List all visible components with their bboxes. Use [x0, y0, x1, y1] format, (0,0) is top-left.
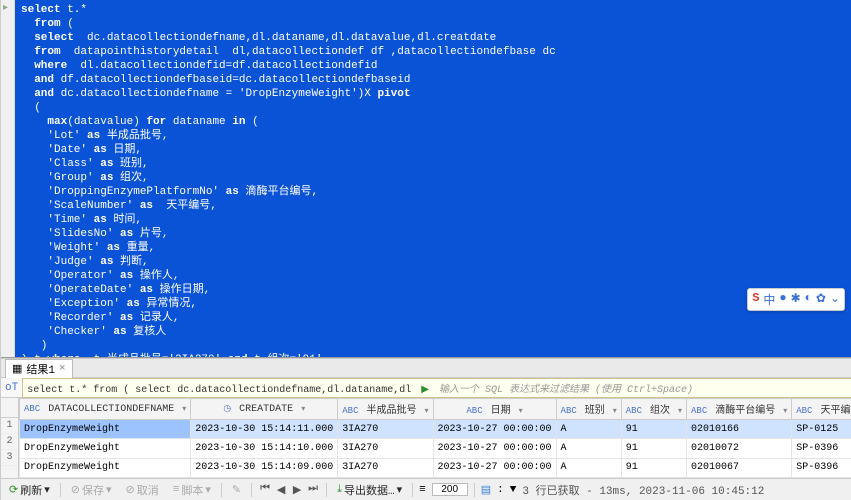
table-cell[interactable]: 3IA270: [338, 458, 433, 477]
table-cell[interactable]: 02010067: [687, 458, 792, 477]
table-cell[interactable]: DropEnzymeWeight: [20, 439, 191, 458]
apply-icon[interactable]: ▶: [421, 385, 429, 396]
row-num-2[interactable]: 2: [1, 434, 18, 450]
status-info: 3 行已获取 - 13ms, 2023-11-06 10:45:12: [522, 482, 764, 498]
result-tab-1[interactable]: ▦ 结果1 ×: [5, 359, 73, 378]
table-cell[interactable]: DropEnzymeWeight: [20, 458, 191, 477]
column-header[interactable]: ABC 滴酶平台编号 ▾: [687, 399, 792, 420]
table-cell[interactable]: A: [556, 458, 621, 477]
column-header[interactable]: ABC 半成品批号 ▾: [338, 399, 433, 420]
table-cell[interactable]: 91: [621, 420, 686, 439]
table-row[interactable]: DropEnzymeWeight2023-10-30 15:14:10.0003…: [20, 439, 851, 458]
table-cell[interactable]: A: [556, 439, 621, 458]
rows-icon: ▤: [481, 483, 491, 497]
edit-button: ✎: [228, 482, 245, 498]
table-row[interactable]: DropEnzymeWeight2023-10-30 15:14:11.0003…: [20, 420, 851, 439]
cancel-icon: ⊘: [126, 483, 135, 497]
column-header[interactable]: ABC 天平编号 ▾: [792, 399, 851, 420]
nav-icon-group: ⏮ ◀ ▶ ⏭: [258, 483, 320, 497]
table-cell[interactable]: 3IA270: [338, 420, 433, 439]
last-icon[interactable]: ⏭: [306, 483, 320, 497]
cancel-button: ⊘取消: [122, 481, 163, 499]
table-cell[interactable]: 02010166: [687, 420, 792, 439]
save-button: ⊘保存▾: [67, 481, 116, 499]
table-cell[interactable]: 2023-10-27 00:00:00: [433, 439, 556, 458]
status-bar: ⟳刷新▾ ⊘保存▾ ⊘取消 ≡脚本▾ ✎ ⏮ ◀ ▶ ⏭ ⤓导出数据…▾ ≡ ▤…: [1, 478, 851, 500]
results-grid-wrap: 1 2 3 ABC DATACOLLECTIONDEFNAME ▾◷ CREAT…: [1, 398, 851, 478]
column-header[interactable]: ◷ CREATDATE ▾: [191, 399, 338, 420]
table-cell[interactable]: 91: [621, 458, 686, 477]
ime-skin-icon[interactable]: ✿: [816, 291, 826, 308]
ime-toolbar[interactable]: S 中 ● ✱ ◐ ✿ ⌄: [747, 288, 845, 311]
table-cell[interactable]: SP-0125: [792, 420, 851, 439]
next-icon[interactable]: ▶: [290, 483, 304, 497]
page-size-input[interactable]: [432, 483, 468, 496]
filter-text: select t.* from ( select dc.datacollecti…: [27, 385, 411, 396]
column-header[interactable]: ABC 日期 ▾: [433, 399, 556, 420]
results-tabs-bar: ▦ 结果1 ×: [1, 358, 851, 378]
table-cell[interactable]: 2023-10-30 15:14:09.000: [191, 458, 338, 477]
export-button[interactable]: ⤓导出数据…▾: [333, 481, 406, 499]
bookmark-icon: ▸: [3, 2, 8, 14]
script-icon: ≡: [173, 484, 180, 496]
ime-keyboard-icon[interactable]: ◐: [805, 291, 812, 308]
column-header[interactable]: ABC 班别 ▾: [556, 399, 621, 420]
ime-more-icon[interactable]: ⌄: [830, 291, 840, 308]
filter-row: oT select t.* from ( select dc.datacolle…: [1, 378, 851, 398]
table-row[interactable]: DropEnzymeWeight2023-10-30 15:14:09.0003…: [20, 458, 851, 477]
ime-s-icon[interactable]: S: [752, 291, 759, 308]
filter-hint: 输入一个 SQL 表达式来过滤结果 (使用 Ctrl+Space): [439, 385, 693, 396]
table-cell[interactable]: 2023-10-30 15:14:10.000: [191, 439, 338, 458]
row-num-1[interactable]: 1: [1, 418, 18, 434]
ime-punct-icon[interactable]: ●: [779, 291, 786, 308]
close-icon[interactable]: ×: [59, 363, 66, 375]
results-grid[interactable]: ABC DATACOLLECTIONDEFNAME ▾◷ CREATDATE ▾…: [19, 398, 851, 478]
table-cell[interactable]: 2023-10-27 00:00:00: [433, 420, 556, 439]
row-num-3[interactable]: 3: [1, 450, 18, 466]
ime-mic-icon[interactable]: ✱: [791, 291, 801, 308]
sql-filter-input[interactable]: select t.* from ( select dc.datacollecti…: [22, 378, 851, 398]
export-icon: ⤓: [337, 484, 342, 496]
refresh-icon: ⟳: [9, 483, 18, 497]
pencil-icon: ✎: [232, 483, 241, 497]
line-number-gutter: ▸: [1, 0, 15, 357]
script-button: ≡脚本▾: [169, 481, 215, 499]
result-tab-label: 结果1: [26, 361, 55, 377]
chevron-down-icon[interactable]: ▾: [44, 483, 50, 497]
column-header[interactable]: ABC 组次 ▾: [621, 399, 686, 420]
sql-badge-icon: oT: [5, 382, 18, 394]
table-cell[interactable]: SP-0396: [792, 439, 851, 458]
sql-editor-area: ▸ select t.* from ( select dc.datacollec…: [1, 0, 851, 358]
table-cell[interactable]: DropEnzymeWeight: [20, 420, 191, 439]
row-number-column: 1 2 3: [1, 398, 19, 478]
table-cell[interactable]: 2023-10-27 00:00:00: [433, 458, 556, 477]
ime-cn-icon[interactable]: 中: [763, 291, 775, 308]
table-cell[interactable]: SP-0396: [792, 458, 851, 477]
table-cell[interactable]: 3IA270: [338, 439, 433, 458]
refresh-button[interactable]: ⟳刷新▾: [5, 481, 54, 499]
column-header[interactable]: ABC DATACOLLECTIONDEFNAME ▾: [20, 399, 191, 420]
first-icon[interactable]: ⏮: [258, 483, 272, 497]
table-cell[interactable]: 2023-10-30 15:14:11.000: [191, 420, 338, 439]
table-cell[interactable]: 91: [621, 439, 686, 458]
table-cell[interactable]: A: [556, 420, 621, 439]
prev-icon[interactable]: ◀: [274, 483, 288, 497]
sql-editor[interactable]: select t.* from ( select dc.datacollecti…: [15, 0, 851, 357]
grid-icon: ▦: [12, 362, 22, 376]
page-size-icon: ≡: [419, 484, 426, 496]
filter-status-icon[interactable]: ▼: [510, 484, 517, 496]
table-cell[interactable]: 02010072: [687, 439, 792, 458]
save-icon: ⊘: [71, 483, 80, 497]
